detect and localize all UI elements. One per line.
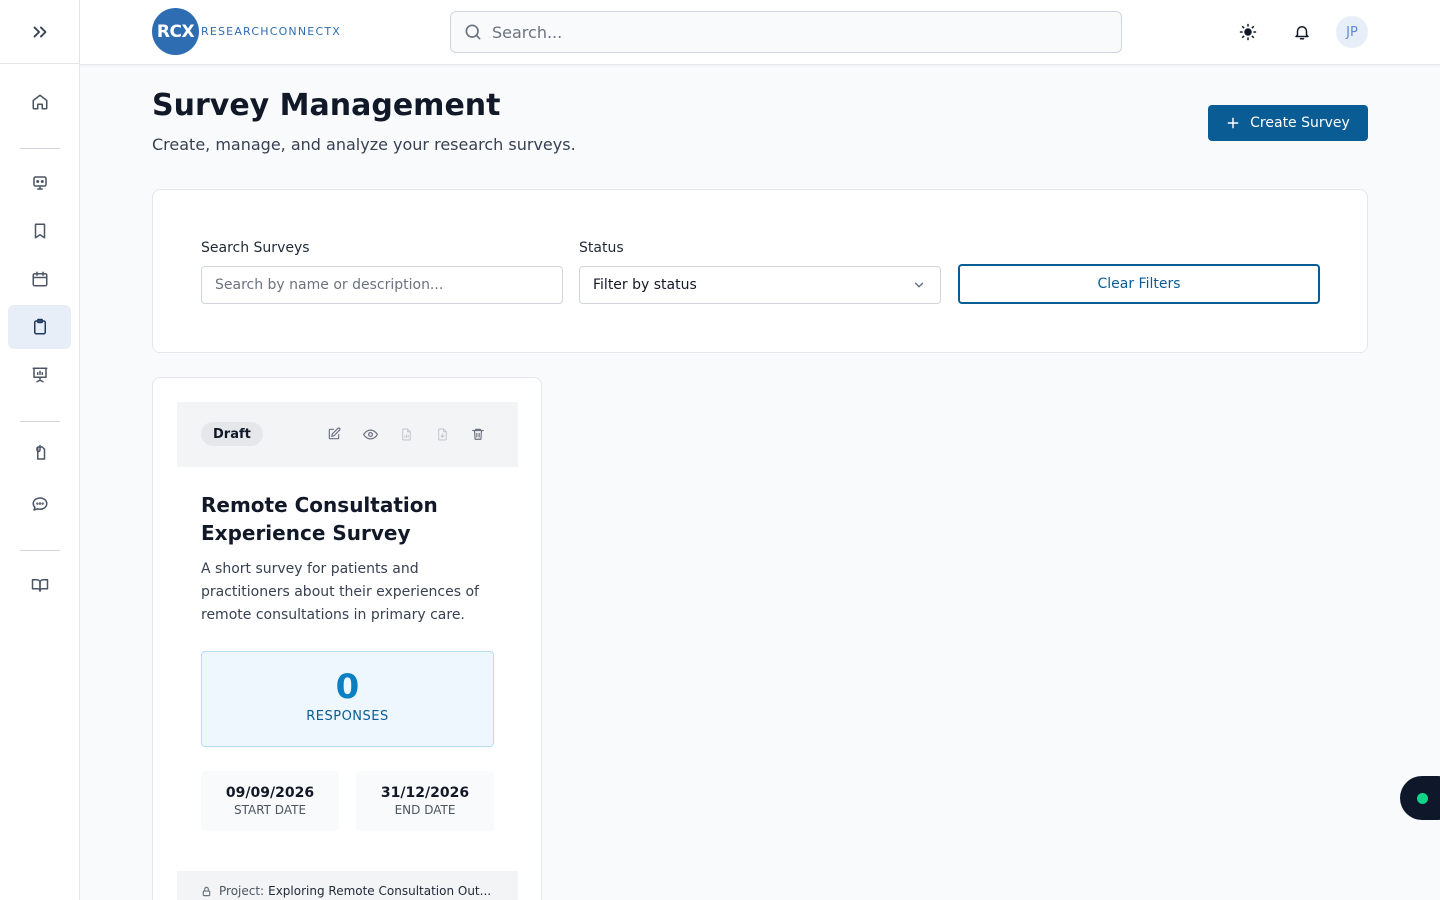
status-select-value: Filter by status — [593, 277, 697, 293]
project-label: Project: — [219, 884, 265, 898]
online-status-indicator — [1417, 793, 1428, 804]
chevron-down-icon — [914, 282, 924, 288]
calendar-icon — [32, 271, 47, 287]
book-open-icon — [31, 579, 48, 592]
start-date-label: START DATE — [233, 803, 307, 817]
clear-filters-button[interactable]: Clear Filters — [958, 264, 1320, 304]
brand-name: RESEARCHCONNECTX — [201, 25, 341, 38]
project-name: Exploring Remote Consultation Out... — [268, 884, 492, 898]
survey-search-input[interactable] — [201, 266, 563, 304]
sidebar-item-documents[interactable] — [8, 431, 71, 475]
double-chevron-right-icon — [33, 25, 46, 37]
edit-icon — [328, 427, 341, 440]
sidebar-item-library[interactable] — [8, 563, 71, 607]
filter-panel: Search Surveys Status Filter by status C… — [152, 189, 1368, 353]
user-avatar[interactable]: JP — [1336, 16, 1368, 48]
chat-widget-button[interactable] — [1400, 776, 1440, 820]
notifications-button[interactable] — [1286, 16, 1318, 48]
preview-button[interactable] — [360, 424, 380, 444]
sidebar-item-calendar[interactable] — [8, 257, 71, 301]
home-icon — [32, 94, 47, 110]
report-button[interactable] — [396, 424, 416, 444]
top-header: RCX RESEARCHCONNECTX JP — [80, 0, 1440, 65]
search-surveys-label: Search Surveys — [201, 240, 310, 256]
end-date-label: END DATE — [394, 803, 456, 817]
global-search — [450, 11, 1122, 53]
clipboard-icon — [33, 318, 46, 335]
responses-stat: 0 RESPONSES — [201, 651, 494, 747]
status-label: Status — [579, 240, 624, 256]
file-attachment-icon — [35, 444, 45, 460]
bookmark-icon — [34, 223, 45, 239]
survey-title[interactable]: Remote Consultation Experience Survey — [201, 491, 501, 547]
brand-logo[interactable]: RCX RESEARCHCONNECTX — [152, 8, 341, 55]
sidebar-item-saved[interactable] — [8, 209, 71, 253]
edit-button[interactable] — [324, 424, 344, 444]
survey-card[interactable]: Draft Remote Consultation Experience Sur… — [152, 377, 542, 900]
start-date-value: 09/09/2026 — [225, 785, 315, 801]
eye-icon — [362, 429, 378, 439]
responses-count: 0 — [335, 667, 360, 707]
logo-mark: RCX — [152, 8, 199, 55]
sidebar-divider — [20, 550, 60, 551]
theme-toggle-button[interactable] — [1232, 16, 1264, 48]
survey-project-link[interactable]: Project: Exploring Remote Consultation O… — [177, 871, 518, 900]
global-search-input[interactable] — [492, 22, 1092, 42]
bell-icon — [1295, 26, 1309, 40]
status-select[interactable]: Filter by status — [579, 266, 941, 304]
sidebar-divider — [20, 421, 60, 422]
status-badge: Draft — [201, 422, 263, 446]
chat-icon — [32, 497, 47, 511]
sidebar-toggle-button[interactable] — [0, 0, 79, 64]
page-subtitle: Create, manage, and analyze your researc… — [152, 135, 576, 154]
delete-button[interactable] — [468, 424, 488, 444]
sidebar-item-researchers[interactable] — [8, 161, 71, 205]
end-date-value: 31/12/2026 — [380, 785, 470, 801]
lock-icon — [202, 886, 211, 896]
create-survey-label: Create Survey — [1250, 115, 1350, 131]
survey-description: A short survey for patients and practiti… — [201, 561, 479, 623]
responses-label: RESPONSES — [306, 709, 389, 724]
sidebar-item-surveys[interactable] — [8, 305, 71, 349]
search-icon — [465, 24, 481, 40]
sidebar-divider — [20, 148, 60, 149]
bot-icon — [32, 176, 47, 190]
survey-card-toolbar: Draft — [177, 402, 518, 467]
trash-icon — [472, 428, 484, 440]
end-date-stat: 31/12/2026 END DATE — [356, 771, 494, 831]
start-date-stat: 09/09/2026 START DATE — [201, 771, 339, 831]
sun-icon — [1239, 23, 1257, 41]
sidebar-item-home[interactable] — [8, 80, 71, 124]
sidebar-item-presentations[interactable] — [8, 353, 71, 397]
page-title: Survey Management — [152, 88, 501, 123]
file-chart-icon — [401, 428, 411, 440]
plus-icon — [1227, 117, 1239, 129]
create-survey-button[interactable]: Create Survey — [1208, 105, 1368, 141]
file-download-icon — [437, 428, 447, 440]
presentation-chart-icon — [32, 367, 47, 383]
sidebar-item-messages[interactable] — [8, 482, 71, 526]
sidebar — [0, 0, 80, 900]
export-button[interactable] — [432, 424, 452, 444]
